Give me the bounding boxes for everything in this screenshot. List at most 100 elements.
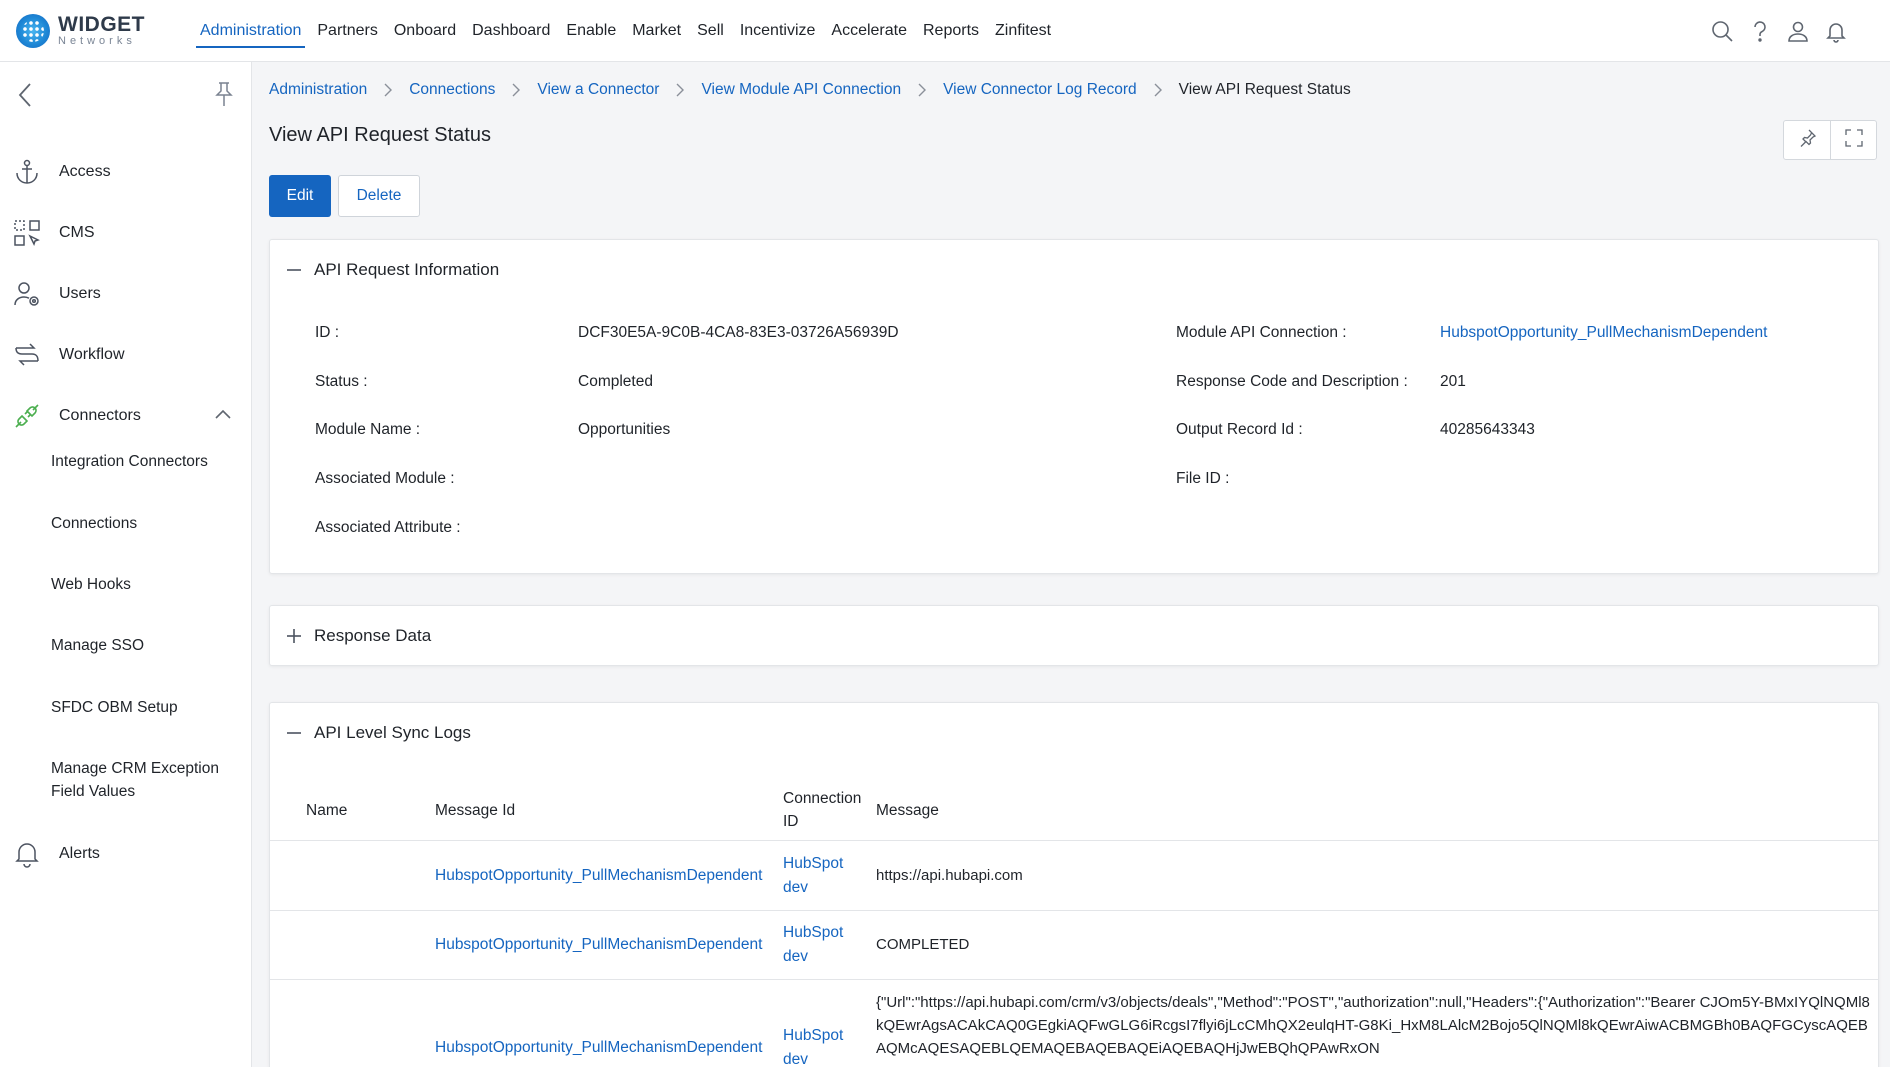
cell-message-id-link[interactable]: HubspotOpportunity_PullMechanismDependen… <box>435 933 762 957</box>
sidebar-subitem-sfdc-obm-setup[interactable]: SFDC OBM Setup <box>51 696 241 719</box>
table-row: HubspotOpportunity_PullMechanismDependen… <box>270 980 1878 1067</box>
cell-message-id-link[interactable]: HubspotOpportunity_PullMechanismDependen… <box>435 864 762 888</box>
api-request-info-card: API Request Information ID : DCF30E5A-9C… <box>269 239 1879 574</box>
field-value-id: DCF30E5A-9C0B-4CA8-83E3-03726A56939D <box>578 324 899 341</box>
field-label-associated-module: Associated Module : <box>315 470 455 487</box>
pin-icon[interactable] <box>212 80 236 108</box>
search-icon[interactable] <box>1708 17 1736 45</box>
cell-connection-id-link[interactable]: HubSpot dev <box>783 852 853 900</box>
sidebar-subitem-manage-sso[interactable]: Manage SSO <box>51 634 241 657</box>
sidebar-subitem-integration-connectors[interactable]: Integration Connectors <box>51 450 241 473</box>
topnav-reports[interactable]: Reports <box>915 0 987 62</box>
sidebar-item-access[interactable]: Access <box>0 152 252 192</box>
user-icon[interactable] <box>1784 17 1812 45</box>
chevron-left-icon[interactable] <box>14 80 38 110</box>
field-label-status: Status : <box>315 373 368 390</box>
pin-button[interactable] <box>1784 121 1830 159</box>
breadcrumb-administration[interactable]: Administration <box>269 81 367 99</box>
topnav-dashboard[interactable]: Dashboard <box>464 0 558 62</box>
page-title: View API Request Status <box>269 124 491 146</box>
breadcrumb: Administration Connections View a Connec… <box>269 81 1351 99</box>
delete-button[interactable]: Delete <box>338 175 420 217</box>
title-toolbar <box>1783 120 1877 160</box>
logo-icon <box>16 13 50 48</box>
field-value-status: Completed <box>578 373 653 390</box>
edit-button[interactable]: Edit <box>269 175 331 217</box>
breadcrumb-view-module-api-connection[interactable]: View Module API Connection <box>701 81 901 99</box>
workflow-icon <box>12 340 42 370</box>
sidebar-item-label: Access <box>59 163 111 180</box>
anchor-icon <box>12 157 42 187</box>
field-label-id: ID : <box>315 324 340 341</box>
chevron-right-icon <box>511 83 521 97</box>
bell-icon[interactable] <box>1822 17 1850 45</box>
collapse-icon <box>286 725 302 741</box>
field-label-file-id: File ID : <box>1176 470 1230 487</box>
breadcrumb-view-connector-log-record[interactable]: View Connector Log Record <box>943 81 1137 99</box>
cell-message-id-link[interactable]: HubspotOpportunity_PullMechanismDependen… <box>435 1036 762 1060</box>
chevron-right-icon <box>383 83 393 97</box>
sidebar-item-label: CMS <box>59 224 95 241</box>
logo[interactable]: WIDGET Networks <box>16 13 176 48</box>
topnav-market[interactable]: Market <box>624 0 689 62</box>
column-header-name[interactable]: Name <box>306 799 347 822</box>
field-value-output-record-id: 40285643343 <box>1440 421 1535 438</box>
brand-tagline: Networks <box>58 35 136 47</box>
sidebar-subitem-manage-crm-exception[interactable]: Manage CRM Exception Field Values <box>51 757 241 803</box>
cell-connection-id-link[interactable]: HubSpot dev <box>783 921 853 969</box>
breadcrumb-connections[interactable]: Connections <box>409 81 495 99</box>
collapse-icon <box>286 262 302 278</box>
sync-logs-header[interactable]: API Level Sync Logs <box>270 703 1878 763</box>
sidebar: Access CMS Users Workflow Connectors Int… <box>0 62 252 1067</box>
expand-icon <box>1844 128 1863 152</box>
cell-message: https://api.hubapi.com <box>876 867 1023 884</box>
table-row: HubspotOpportunity_PullMechanismDependen… <box>270 842 1878 911</box>
column-header-message[interactable]: Message <box>876 799 939 822</box>
cms-icon <box>12 218 42 248</box>
field-label-module-api-connection: Module API Connection : <box>1176 324 1347 341</box>
topnav-sell[interactable]: Sell <box>689 0 732 62</box>
top-nav: Administration Partners Onboard Dashboar… <box>192 0 1059 62</box>
sidebar-item-label: Alerts <box>59 845 100 862</box>
breadcrumb-current: View API Request Status <box>1178 81 1351 98</box>
cell-message: COMPLETED <box>876 936 970 953</box>
chevron-up-icon[interactable] <box>212 404 234 426</box>
help-icon[interactable] <box>1746 17 1774 45</box>
topnav-onboard[interactable]: Onboard <box>386 0 464 62</box>
topnav-enable[interactable]: Enable <box>558 0 624 62</box>
sidebar-item-workflow[interactable]: Workflow <box>0 335 252 375</box>
field-value-module-name: Opportunities <box>578 421 671 438</box>
sync-logs-card: API Level Sync Logs Name Message Id Conn… <box>269 702 1879 1067</box>
card-title: API Request Information <box>314 260 500 279</box>
cell-message: {"Url":"https://api.hubapi.com/crm/v3/ob… <box>876 994 1870 1057</box>
sidebar-item-users[interactable]: Users <box>0 274 252 314</box>
module-api-connection-link[interactable]: HubspotOpportunity_PullMechanismDependen… <box>1440 324 1767 342</box>
breadcrumb-view-connector[interactable]: View a Connector <box>537 81 659 99</box>
sidebar-item-label: Workflow <box>59 346 125 363</box>
api-request-info-header[interactable]: API Request Information <box>270 240 1878 300</box>
topnav-accelerate[interactable]: Accelerate <box>823 0 915 62</box>
sidebar-item-label: Users <box>59 285 101 302</box>
brand-name: WIDGET <box>58 13 145 36</box>
field-label-associated-attribute: Associated Attribute : <box>315 519 461 536</box>
sidebar-subitem-web-hooks[interactable]: Web Hooks <box>51 573 241 596</box>
column-header-message-id[interactable]: Message Id <box>435 799 515 822</box>
top-icons <box>1698 0 1850 62</box>
cell-connection-id-link[interactable]: HubSpot dev <box>783 1024 853 1067</box>
bell-icon <box>12 839 42 869</box>
sidebar-item-cms[interactable]: CMS <box>0 213 252 253</box>
response-data-header[interactable]: Response Data <box>270 606 1878 666</box>
expand-plus-icon <box>286 628 302 644</box>
sidebar-item-alerts[interactable]: Alerts <box>0 834 252 874</box>
topnav-zinfitest[interactable]: Zinfitest <box>987 0 1059 62</box>
chevron-right-icon <box>917 83 927 97</box>
sidebar-subitem-connections[interactable]: Connections <box>51 512 241 535</box>
topnav-partners[interactable]: Partners <box>309 0 385 62</box>
topnav-administration[interactable]: Administration <box>192 0 309 62</box>
chevron-right-icon <box>675 83 685 97</box>
column-header-connection-id[interactable]: Connection ID <box>783 787 863 833</box>
connectors-icon <box>12 401 42 431</box>
topnav-incentivize[interactable]: Incentivize <box>732 0 824 62</box>
fullscreen-button[interactable] <box>1830 121 1876 159</box>
sidebar-item-connectors[interactable]: Connectors <box>0 396 252 436</box>
